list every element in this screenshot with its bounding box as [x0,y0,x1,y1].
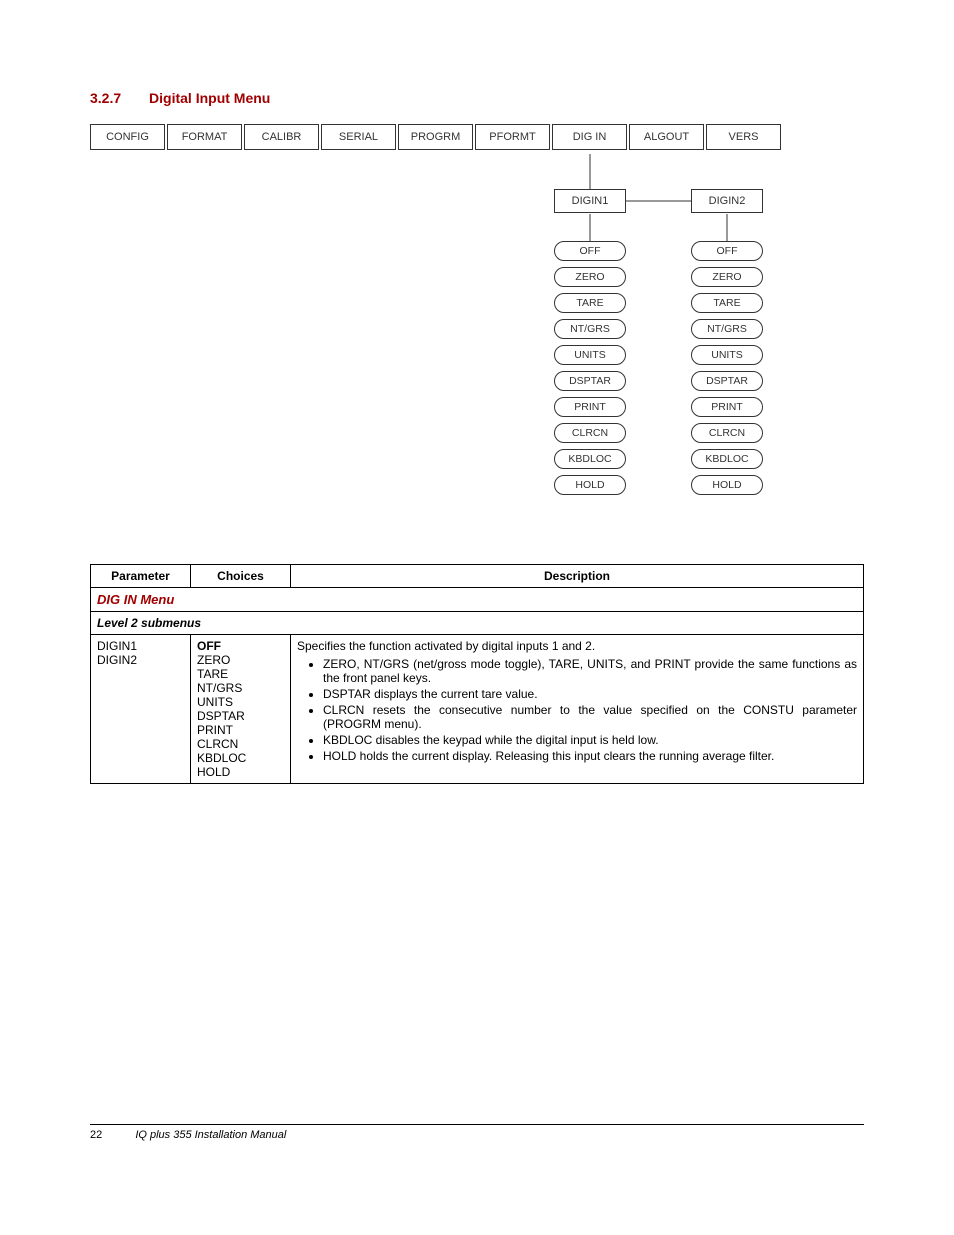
digin2-opt-dsptar: DSPTAR [691,371,763,391]
cell-choices: OFF ZERO TARE NT/GRS UNITS DSPTAR PRINT … [191,635,291,784]
digin1-opt-off: OFF [554,241,626,261]
menu-calibr: CALIBR [244,124,319,150]
digin1-box: DIGIN1 [554,189,626,213]
choice-clrcn: CLRCN [197,737,284,751]
digin2-box: DIGIN2 [691,189,763,213]
page-number: 22 [90,1129,102,1141]
menu-diagram: CONFIG FORMAT CALIBR SERIAL PROGRM PFORM… [90,124,864,524]
desc-bullet-2: CLRCN resets the consecutive number to t… [323,703,857,731]
menu-progrm: PROGRM [398,124,473,150]
digin1-opt-hold: HOLD [554,475,626,495]
menu-format: FORMAT [167,124,242,150]
menu-top-row: CONFIG FORMAT CALIBR SERIAL PROGRM PFORM… [90,124,864,150]
digin1-opt-dsptar: DSPTAR [554,371,626,391]
digin2-opt-ntgrs: NT/GRS [691,319,763,339]
digin2-opt-print: PRINT [691,397,763,417]
choice-print: PRINT [197,723,284,737]
page-footer: 22 IQ plus 355 Installation Manual [90,1124,864,1141]
parameter-table: DIG IN Menu Parameter Choices Descriptio… [90,564,864,784]
choice-dsptar: DSPTAR [197,709,284,723]
param-digin2: DIGIN2 [97,653,184,667]
cell-param: DIGIN1 DIGIN2 [91,635,191,784]
choice-ntgrs: NT/GRS [197,681,284,695]
digin2-opt-units: UNITS [691,345,763,365]
digin2-opt-off: OFF [691,241,763,261]
subhead-level2: Level 2 submenus [91,612,864,635]
digin1-opt-print: PRINT [554,397,626,417]
th-description: Description [291,565,864,588]
desc-intro: Specifies the function activated by digi… [297,639,857,653]
cell-description: Specifies the function activated by digi… [291,635,864,784]
digin1-opt-ntgrs: NT/GRS [554,319,626,339]
section-heading: 3.2.7 Digital Input Menu [90,90,864,106]
choice-kbdloc: KBDLOC [197,751,284,765]
choice-units: UNITS [197,695,284,709]
menu-vers: VERS [706,124,781,150]
desc-bullet-0: ZERO, NT/GRS (net/gross mode toggle), TA… [323,657,857,685]
digin2-opt-kbdloc: KBDLOC [691,449,763,469]
choice-zero: ZERO [197,653,284,667]
footer-title: IQ plus 355 Installation Manual [135,1129,286,1141]
param-digin1: DIGIN1 [97,639,184,653]
digin1-opt-tare: TARE [554,293,626,313]
th-parameter: Parameter [91,565,191,588]
menu-pformt: PFORMT [475,124,550,150]
menu-config: CONFIG [90,124,165,150]
choice-tare: TARE [197,667,284,681]
menu-algout: ALGOUT [629,124,704,150]
digin1-opt-clrcn: CLRCN [554,423,626,443]
digin2-opt-zero: ZERO [691,267,763,287]
digin1-opt-units: UNITS [554,345,626,365]
desc-bullet-4: HOLD holds the current display. Releasin… [323,749,857,763]
section-number: 3.2.7 [90,90,121,106]
choice-off: OFF [197,639,284,653]
digin1-opt-kbdloc: KBDLOC [554,449,626,469]
digin2-opt-tare: TARE [691,293,763,313]
section-title: Digital Input Menu [149,90,270,106]
table-title: DIG IN Menu [91,588,864,612]
choice-hold: HOLD [197,765,284,779]
table-row: DIGIN1 DIGIN2 OFF ZERO TARE NT/GRS UNITS… [91,635,864,784]
desc-bullet-1: DSPTAR displays the current tare value. [323,687,857,701]
desc-bullet-3: KBDLOC disables the keypad while the dig… [323,733,857,747]
digin2-opt-hold: HOLD [691,475,763,495]
digin2-opt-clrcn: CLRCN [691,423,763,443]
th-choices: Choices [191,565,291,588]
digin1-opt-zero: ZERO [554,267,626,287]
desc-list: ZERO, NT/GRS (net/gross mode toggle), TA… [297,657,857,763]
menu-serial: SERIAL [321,124,396,150]
menu-digin: DIG IN [552,124,627,150]
